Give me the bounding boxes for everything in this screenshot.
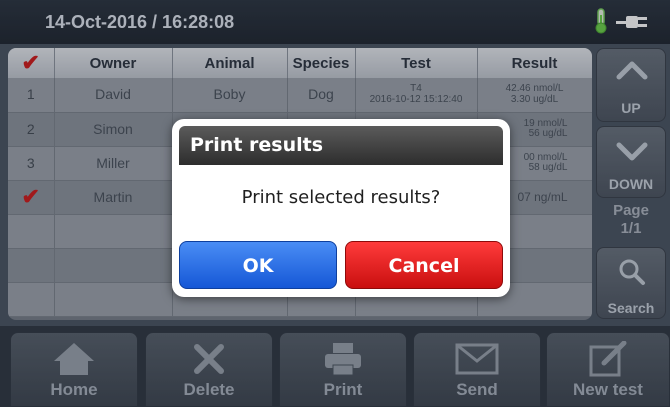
dialog-message: Print selected results?: [241, 187, 441, 208]
dialog-title: Print results: [179, 126, 503, 165]
cancel-button[interactable]: Cancel: [345, 241, 503, 289]
print-dialog: Print results Print selected results? OK…: [172, 119, 510, 297]
ok-button[interactable]: OK: [179, 241, 337, 289]
